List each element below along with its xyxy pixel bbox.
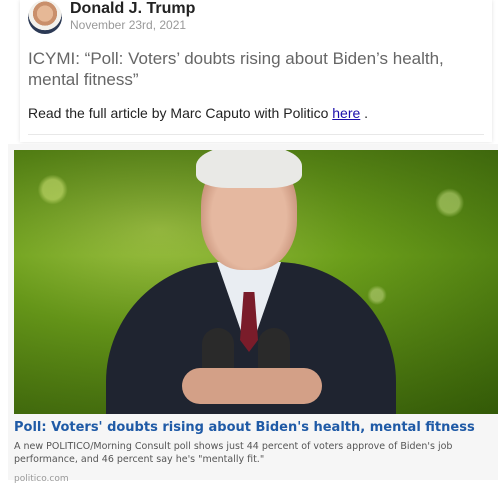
preview-source: politico.com bbox=[14, 474, 69, 484]
figure-hair bbox=[196, 150, 302, 188]
preview-image bbox=[14, 150, 498, 414]
divider bbox=[28, 134, 484, 135]
post-link-line: Read the full article by Marc Caputo wit… bbox=[28, 105, 368, 121]
article-link[interactable]: here bbox=[332, 105, 360, 121]
avatar[interactable] bbox=[28, 0, 62, 34]
link-line-suffix: . bbox=[360, 105, 369, 121]
post-card: Donald J. Trump November 23rd, 2021 ICYM… bbox=[20, 0, 492, 142]
preview-title[interactable]: Poll: Voters' doubts rising about Biden'… bbox=[14, 420, 494, 435]
author-name[interactable]: Donald J. Trump bbox=[70, 0, 195, 18]
preview-description: A new POLITICO/Morning Consult poll show… bbox=[14, 441, 453, 465]
figure-hands bbox=[182, 368, 322, 404]
link-preview-card[interactable]: Poll: Voters' doubts rising about Biden'… bbox=[8, 144, 498, 484]
post-text: ICYMI: “Poll: Voters’ doubts rising abou… bbox=[28, 49, 444, 89]
post-date: November 23rd, 2021 bbox=[70, 18, 187, 32]
link-line-prefix: Read the full article by Marc Caputo wit… bbox=[28, 105, 333, 121]
